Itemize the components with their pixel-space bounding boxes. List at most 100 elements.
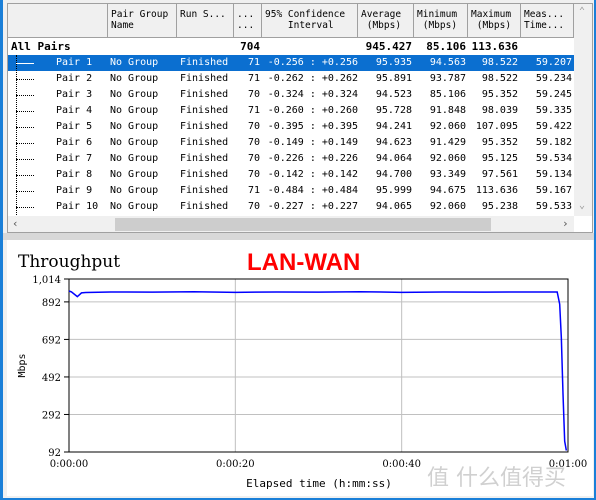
table-row[interactable]: Pair 6 No Group Finished 70 -0.149 : +0.149 9… bbox=[8, 135, 574, 151]
average: 94.241 bbox=[375, 121, 412, 132]
column-header[interactable]: Minimum (Mbps) bbox=[414, 4, 468, 38]
throughput-chart: Throughput LAN-WAN1,014892692492292920:00… bbox=[17, 249, 587, 491]
table-row[interactable]: Pair 7 No Group Finished 70 -0.226 : +0.226 9… bbox=[8, 151, 574, 167]
tree-connector bbox=[16, 159, 34, 160]
pair-name: Pair 10 bbox=[56, 201, 99, 212]
summary-row[interactable]: All Pairs 704 945.427 85.106 113.636 bbox=[8, 39, 574, 55]
measured-time: 59.234 bbox=[535, 73, 572, 84]
y-tick-label: 892 bbox=[42, 298, 61, 309]
tree-connector bbox=[16, 207, 34, 208]
vertical-scrollbar[interactable]: ⌃ ⌄ bbox=[574, 4, 592, 216]
average: 94.700 bbox=[375, 169, 412, 180]
confidence-interval: -0.227 : +0.227 bbox=[267, 201, 358, 212]
scroll-down-icon[interactable]: ⌄ bbox=[579, 200, 585, 211]
scroll-left-icon[interactable]: ‹ bbox=[12, 217, 19, 230]
y-axis-label: Mbps bbox=[17, 353, 28, 377]
pair-name: Pair 5 bbox=[56, 121, 93, 132]
pair-name: Pair 8 bbox=[56, 169, 93, 180]
window: Pair Group Name Run S...... ... 95% Confid… bbox=[3, 0, 594, 498]
column-header[interactable]: 95% Confidence Interval bbox=[262, 4, 358, 38]
summary-maximum: 113.636 bbox=[471, 40, 518, 53]
run-status: Finished bbox=[180, 57, 229, 68]
record-count: 71 bbox=[247, 73, 260, 84]
average: 95.891 bbox=[375, 73, 412, 84]
record-count: 71 bbox=[247, 57, 260, 68]
record-count: 71 bbox=[247, 185, 260, 196]
confidence-interval: -0.142 : +0.142 bbox=[267, 169, 358, 180]
record-count: 70 bbox=[247, 121, 260, 132]
tree-connector bbox=[16, 79, 34, 80]
column-header[interactable]: Meas... Time... bbox=[521, 4, 574, 38]
record-count: 70 bbox=[247, 169, 260, 180]
run-status: Finished bbox=[180, 185, 229, 196]
pair-group: No Group bbox=[110, 89, 159, 100]
pair-name: Pair 7 bbox=[56, 153, 93, 164]
chart-title: Throughput bbox=[18, 252, 120, 272]
measured-time: 59.182 bbox=[535, 137, 572, 148]
maximum: 98.522 bbox=[481, 73, 518, 84]
confidence-interval: -0.484 : +0.484 bbox=[267, 185, 358, 196]
tree-connector bbox=[16, 191, 34, 192]
confidence-interval: -0.262 : +0.262 bbox=[267, 73, 358, 84]
pair-group: No Group bbox=[110, 169, 159, 180]
y-tick-label: 292 bbox=[42, 410, 61, 421]
table-row[interactable]: Pair 1 No Group Finished 71 -0.256 : +0.256 9… bbox=[8, 55, 574, 71]
tree-connector bbox=[16, 143, 34, 144]
table-row[interactable]: Pair 10 No Group Finished 70 -0.227 : +0.227… bbox=[8, 199, 574, 215]
table-row[interactable]: Pair 8 No Group Finished 70 -0.142 : +0.142 9… bbox=[8, 167, 574, 183]
column-header[interactable]: Run S... bbox=[177, 4, 234, 38]
pair-name: Pair 3 bbox=[56, 89, 93, 100]
average: 94.065 bbox=[375, 201, 412, 212]
throughput-chart-pane: Throughput LAN-WAN 1,014 892 692 492 292 92 0:00… bbox=[7, 240, 593, 496]
maximum: 95.352 bbox=[481, 137, 518, 148]
pair-name: Pair 9 bbox=[56, 185, 93, 196]
tree-connector bbox=[16, 111, 34, 112]
horizontal-scrollbar[interactable]: ‹ › bbox=[8, 216, 574, 232]
y-tick-label: 692 bbox=[42, 335, 61, 346]
run-status: Finished bbox=[180, 121, 229, 132]
confidence-interval: -0.149 : +0.149 bbox=[267, 137, 358, 148]
column-header[interactable]: Maximum (Mbps) bbox=[468, 4, 521, 38]
maximum: 97.561 bbox=[481, 169, 518, 180]
pair-group: No Group bbox=[110, 153, 159, 164]
pair-name: Pair 1 bbox=[56, 57, 93, 68]
measured-time: 59.207 bbox=[535, 57, 572, 68]
x-axis-label: Elapsed time (h:mm:ss) bbox=[246, 477, 392, 490]
measured-time: 59.422 bbox=[535, 121, 572, 132]
table-row[interactable]: Pair 4 No Group Finished 71 -0.260 : +0.260 9… bbox=[8, 103, 574, 119]
average: 94.623 bbox=[375, 137, 412, 148]
summary-average: 945.427 bbox=[365, 40, 412, 53]
pane-splitter[interactable] bbox=[3, 233, 594, 240]
table-row[interactable]: Pair 5 No Group Finished 70 -0.395 : +0.395 9… bbox=[8, 119, 574, 135]
measured-time: 59.167 bbox=[535, 185, 572, 196]
column-header[interactable]: Average (Mbps) bbox=[358, 4, 414, 38]
x-tick-label: 0:00:40 bbox=[382, 459, 421, 470]
measured-time: 59.335 bbox=[535, 105, 572, 116]
average: 94.523 bbox=[375, 89, 412, 100]
maximum: 98.039 bbox=[481, 105, 518, 116]
maximum: 95.238 bbox=[481, 201, 518, 212]
watermark-logo: 值 什么值得买 bbox=[427, 466, 566, 491]
column-header[interactable]: Pair Group Name bbox=[108, 4, 177, 38]
column-header[interactable]: ... ... bbox=[234, 4, 262, 38]
scroll-up-icon[interactable]: ⌃ bbox=[579, 6, 585, 17]
scroll-right-icon[interactable]: › bbox=[562, 217, 569, 230]
run-status: Finished bbox=[180, 201, 229, 212]
run-status: Finished bbox=[180, 169, 229, 180]
tree-connector bbox=[16, 175, 34, 176]
table-row[interactable]: Pair 3 No Group Finished 70 -0.324 : +0.324 9… bbox=[8, 87, 574, 103]
scrollbar-thumb[interactable] bbox=[115, 218, 491, 231]
confidence-interval: -0.256 : +0.256 bbox=[267, 57, 358, 68]
tree-line bbox=[16, 55, 17, 215]
tree-connector bbox=[16, 127, 34, 128]
column-header[interactable] bbox=[8, 4, 108, 38]
pair-group: No Group bbox=[110, 57, 159, 68]
pair-name: Pair 4 bbox=[56, 105, 93, 116]
table-row[interactable]: Pair 2 No Group Finished 71 -0.262 : +0.262 9… bbox=[8, 71, 574, 87]
maximum: 113.636 bbox=[475, 185, 518, 196]
pair-group: No Group bbox=[110, 121, 159, 132]
maximum: 107.095 bbox=[475, 121, 518, 132]
measured-time: 59.245 bbox=[535, 89, 572, 100]
pair-group: No Group bbox=[110, 105, 159, 116]
table-row[interactable]: Pair 9 No Group Finished 71 -0.484 : +0.484 9… bbox=[8, 183, 574, 199]
